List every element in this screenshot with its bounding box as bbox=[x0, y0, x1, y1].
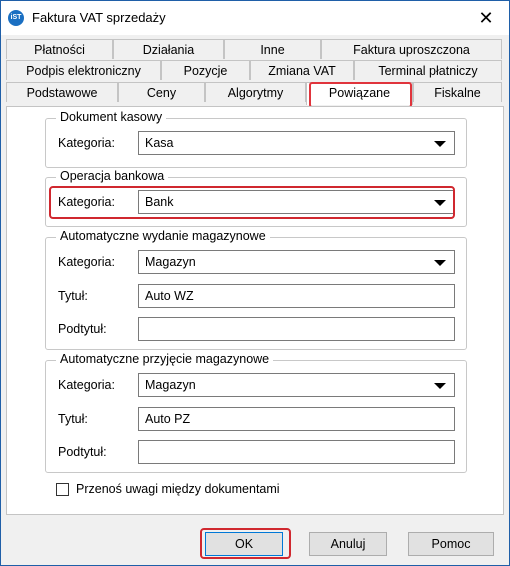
group-dokument-kasowy: Dokument kasowy Kategoria: Kasa bbox=[45, 110, 467, 168]
tab-strip: Płatności Działania Inne Faktura uproszc… bbox=[1, 35, 509, 108]
tab-fiskalne[interactable]: Fiskalne bbox=[413, 82, 502, 102]
window-title: Faktura VAT sprzedaży bbox=[32, 10, 166, 25]
kasa-category-dropdown[interactable]: Kasa bbox=[138, 131, 455, 155]
kategoria-label: Kategoria: bbox=[58, 378, 115, 392]
przenos-uwagi-label[interactable]: Przenoś uwagi między dokumentami bbox=[76, 482, 280, 496]
tab-faktura-uproszczona[interactable]: Faktura uproszczona bbox=[321, 39, 502, 59]
tab-podpis-elektroniczny[interactable]: Podpis elektroniczny bbox=[6, 60, 161, 80]
active-tab-highlight bbox=[309, 82, 412, 108]
dropdown-value: Kasa bbox=[145, 136, 174, 150]
wydanie-tytul-input[interactable]: Auto WZ bbox=[138, 284, 455, 308]
tab-podstawowe[interactable]: Podstawowe bbox=[6, 82, 118, 102]
help-button[interactable]: Pomoc bbox=[408, 532, 494, 556]
tab-panel-powiazane: Dokument kasowy Kategoria: Kasa Operacja… bbox=[6, 106, 504, 515]
group-title-przyjecie: Automatyczne przyjęcie magazynowe bbox=[56, 352, 274, 366]
dropdown-value: Magazyn bbox=[145, 255, 196, 269]
chevron-down-icon bbox=[434, 383, 446, 389]
group-title-operacja-bankowa: Operacja bankowa bbox=[56, 169, 169, 183]
group-title-wydanie: Automatyczne wydanie magazynowe bbox=[56, 229, 270, 243]
wydanie-category-dropdown[interactable]: Magazyn bbox=[138, 250, 455, 274]
cancel-button[interactable]: Anuluj bbox=[309, 532, 387, 556]
group-title-dokument-kasowy: Dokument kasowy bbox=[56, 110, 167, 124]
tab-platnosci[interactable]: Płatności bbox=[6, 39, 113, 59]
przyjecie-tytul-input[interactable]: Auto PZ bbox=[138, 407, 455, 431]
tab-terminal-platniczy[interactable]: Terminal płatniczy bbox=[354, 60, 502, 80]
tab-zmiana-vat[interactable]: Zmiana VAT bbox=[250, 60, 354, 80]
podtytul-label: Podtytuł: bbox=[58, 322, 107, 336]
przyjecie-category-dropdown[interactable]: Magazyn bbox=[138, 373, 455, 397]
tab-dzialania[interactable]: Działania bbox=[113, 39, 224, 59]
bank-category-highlight bbox=[49, 186, 455, 219]
przyjecie-podtytul-input[interactable] bbox=[138, 440, 455, 464]
ok-button-highlight bbox=[200, 528, 291, 559]
tab-ceny[interactable]: Ceny bbox=[118, 82, 205, 102]
title-bar: iST Faktura VAT sprzedaży ✕ bbox=[1, 1, 509, 35]
tab-algorytmy[interactable]: Algorytmy bbox=[205, 82, 306, 102]
group-wydanie-magazynowe: Automatyczne wydanie magazynowe Kategori… bbox=[45, 229, 467, 350]
podtytul-label: Podtytuł: bbox=[58, 445, 107, 459]
tab-inne[interactable]: Inne bbox=[224, 39, 321, 59]
app-icon: iST bbox=[8, 10, 24, 26]
chevron-down-icon bbox=[434, 141, 446, 147]
wydanie-podtytul-input[interactable] bbox=[138, 317, 455, 341]
group-przyjecie-magazynowe: Automatyczne przyjęcie magazynowe Katego… bbox=[45, 352, 467, 473]
kategoria-label: Kategoria: bbox=[58, 136, 115, 150]
dialog-window: iST Faktura VAT sprzedaży ✕ Płatności Dz… bbox=[0, 0, 510, 566]
close-button[interactable]: ✕ bbox=[463, 1, 509, 35]
tab-pozycje[interactable]: Pozycje bbox=[161, 60, 250, 80]
kategoria-label: Kategoria: bbox=[58, 255, 115, 269]
tytul-label: Tytuł: bbox=[58, 412, 88, 426]
przenos-uwagi-checkbox[interactable] bbox=[56, 483, 69, 496]
dropdown-value: Magazyn bbox=[145, 378, 196, 392]
tytul-label: Tytuł: bbox=[58, 289, 88, 303]
chevron-down-icon bbox=[434, 260, 446, 266]
